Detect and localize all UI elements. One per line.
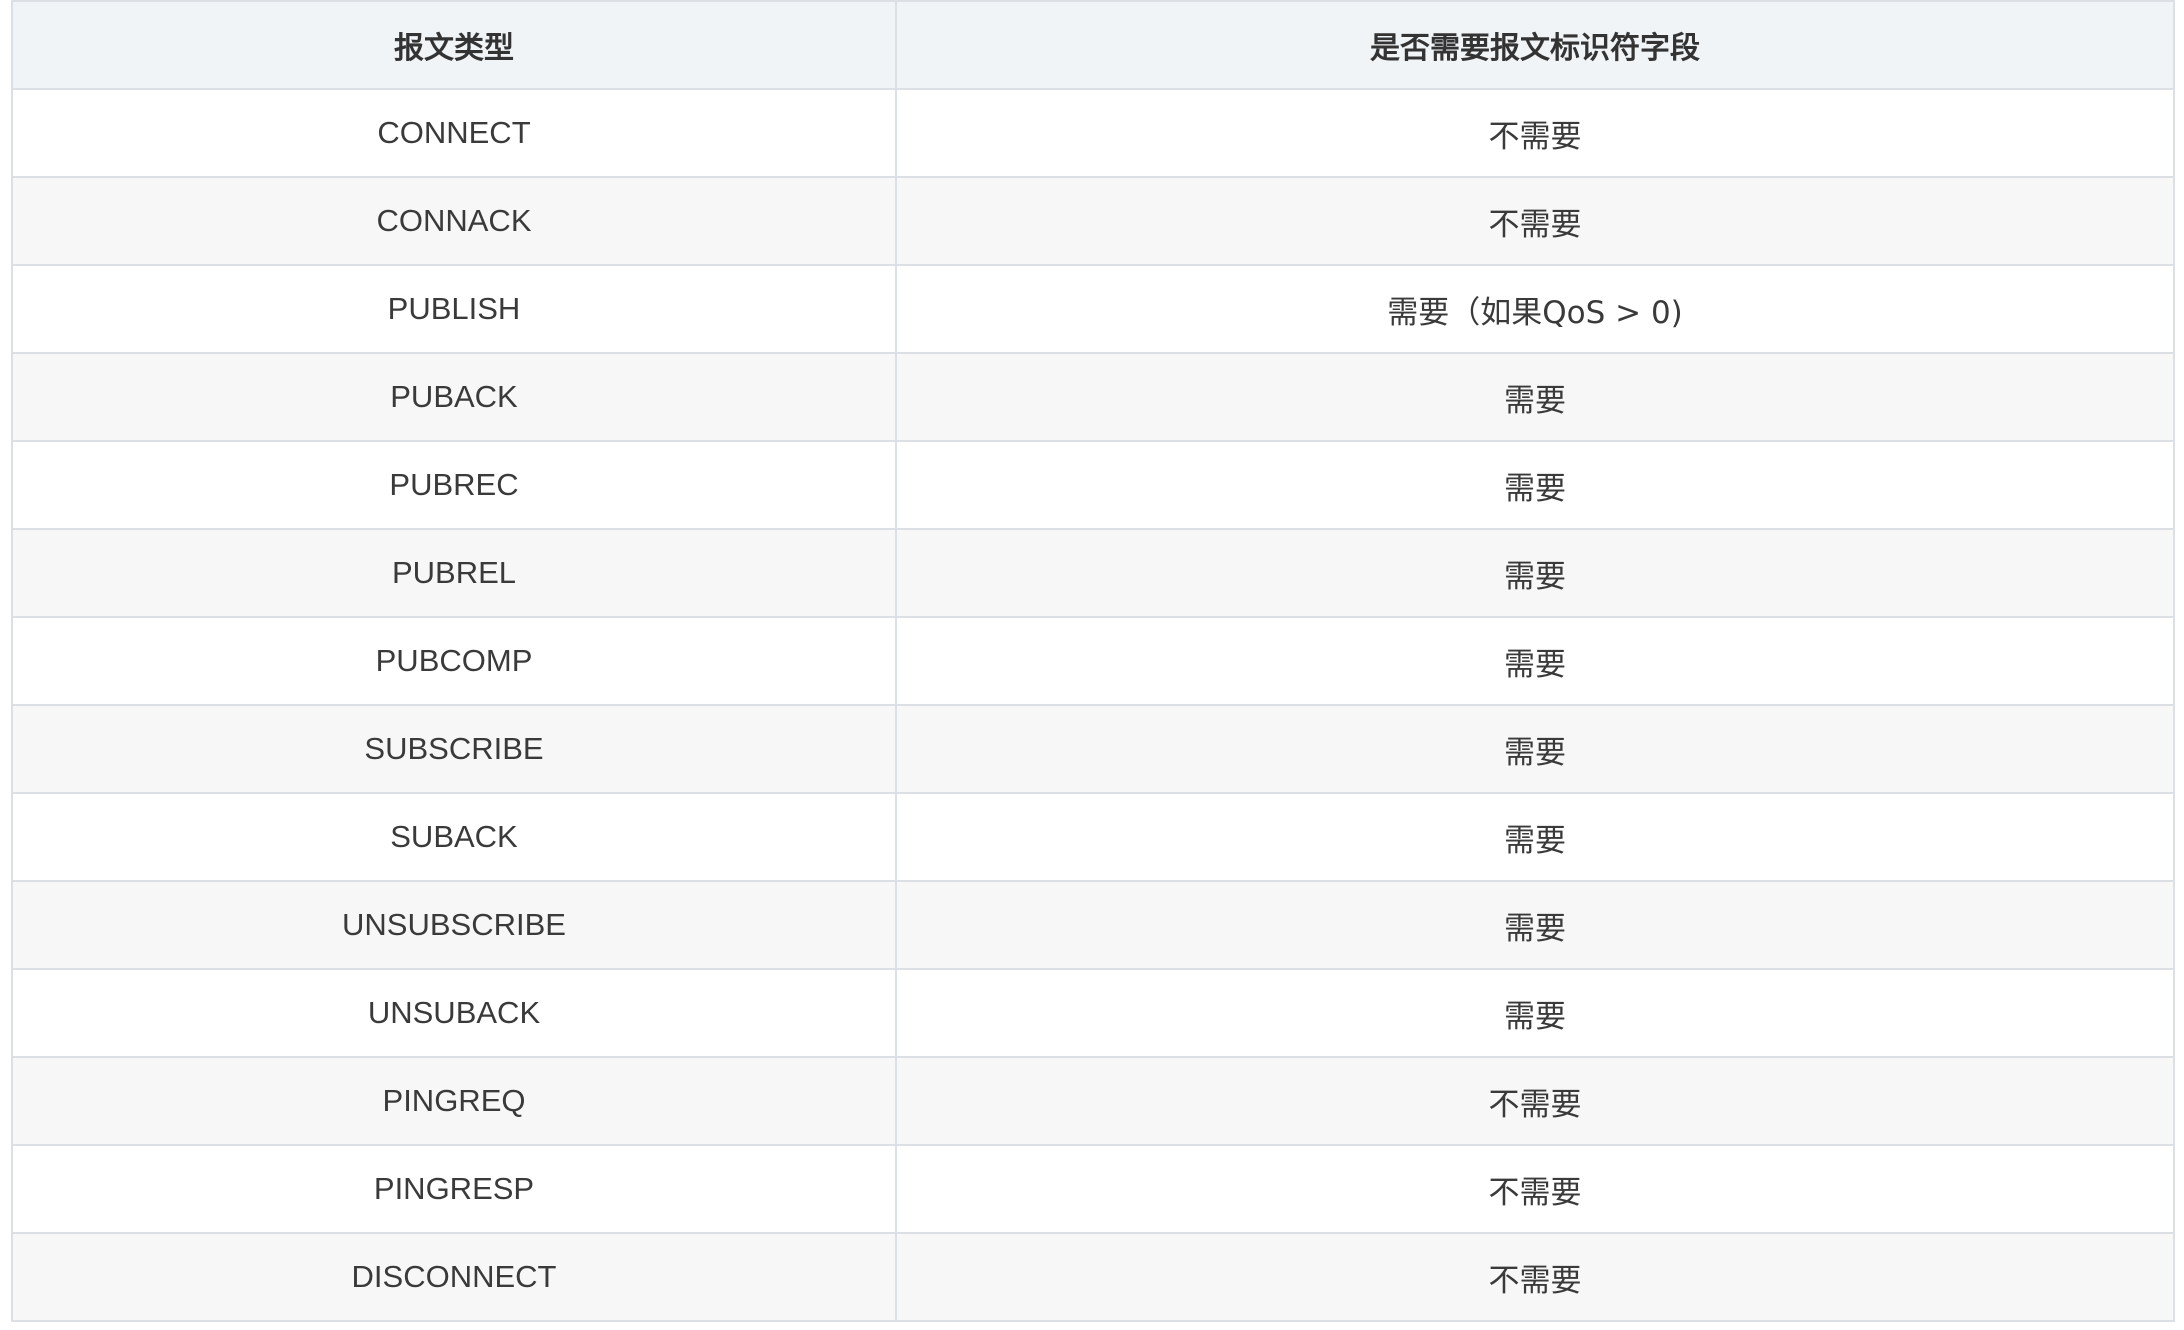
needs-id-cell: 不需要	[895, 1144, 2175, 1234]
header-packet-type: 报文类型	[11, 0, 897, 90]
packet-type-cell: DISCONNECT	[11, 1232, 897, 1322]
table-row: SUBSCRIBE 需要	[11, 704, 2175, 794]
packet-identifier-table-container: 报文类型 是否需要报文标识符字段 CONNECT 不需要 CONNACK 不需要…	[11, 0, 2175, 1322]
packet-type-cell: UNSUBSCRIBE	[11, 880, 897, 970]
needs-id-cell: 需要	[895, 352, 2175, 442]
needs-id-cell: 需要	[895, 792, 2175, 882]
packet-type-cell: PUBREC	[11, 440, 897, 530]
packet-type-cell: PINGREQ	[11, 1056, 897, 1146]
needs-id-cell: 需要	[895, 528, 2175, 618]
table-row: PUBREL 需要	[11, 528, 2175, 618]
needs-id-cell: 需要	[895, 880, 2175, 970]
table-header: 报文类型 是否需要报文标识符字段	[11, 0, 2175, 90]
table-row: UNSUBSCRIBE 需要	[11, 880, 2175, 970]
table-row: PUBCOMP 需要	[11, 616, 2175, 706]
packet-type-cell: CONNECT	[11, 88, 897, 178]
packet-type-cell: UNSUBACK	[11, 968, 897, 1058]
table-row: CONNECT 不需要	[11, 88, 2175, 178]
needs-id-cell: 需要	[895, 968, 2175, 1058]
table-row: DISCONNECT 不需要	[11, 1232, 2175, 1322]
table-row: PINGREQ 不需要	[11, 1056, 2175, 1146]
table-row: SUBACK 需要	[11, 792, 2175, 882]
needs-id-cell: 需要（如果QoS > 0)	[895, 264, 2175, 354]
packet-type-cell: CONNACK	[11, 176, 897, 266]
needs-id-cell: 不需要	[895, 88, 2175, 178]
header-needs-packet-id: 是否需要报文标识符字段	[895, 0, 2175, 90]
table-row: PUBLISH 需要（如果QoS > 0)	[11, 264, 2175, 354]
table-row: PUBREC 需要	[11, 440, 2175, 530]
packet-type-cell: PUBLISH	[11, 264, 897, 354]
needs-id-cell: 不需要	[895, 176, 2175, 266]
needs-id-cell: 需要	[895, 440, 2175, 530]
table-row: CONNACK 不需要	[11, 176, 2175, 266]
packet-type-cell: SUBACK	[11, 792, 897, 882]
packet-type-cell: PINGRESP	[11, 1144, 897, 1234]
packet-type-cell: PUBREL	[11, 528, 897, 618]
needs-id-cell: 不需要	[895, 1056, 2175, 1146]
table-row: PINGRESP 不需要	[11, 1144, 2175, 1234]
packet-identifier-table: 报文类型 是否需要报文标识符字段 CONNECT 不需要 CONNACK 不需要…	[11, 0, 2175, 1322]
header-row: 报文类型 是否需要报文标识符字段	[11, 0, 2175, 90]
packet-type-cell: PUBCOMP	[11, 616, 897, 706]
table-body: CONNECT 不需要 CONNACK 不需要 PUBLISH 需要（如果QoS…	[11, 88, 2175, 1322]
needs-id-cell: 需要	[895, 616, 2175, 706]
packet-type-cell: SUBSCRIBE	[11, 704, 897, 794]
table-row: PUBACK 需要	[11, 352, 2175, 442]
table-row: UNSUBACK 需要	[11, 968, 2175, 1058]
needs-id-cell: 需要	[895, 704, 2175, 794]
packet-type-cell: PUBACK	[11, 352, 897, 442]
needs-id-cell: 不需要	[895, 1232, 2175, 1322]
